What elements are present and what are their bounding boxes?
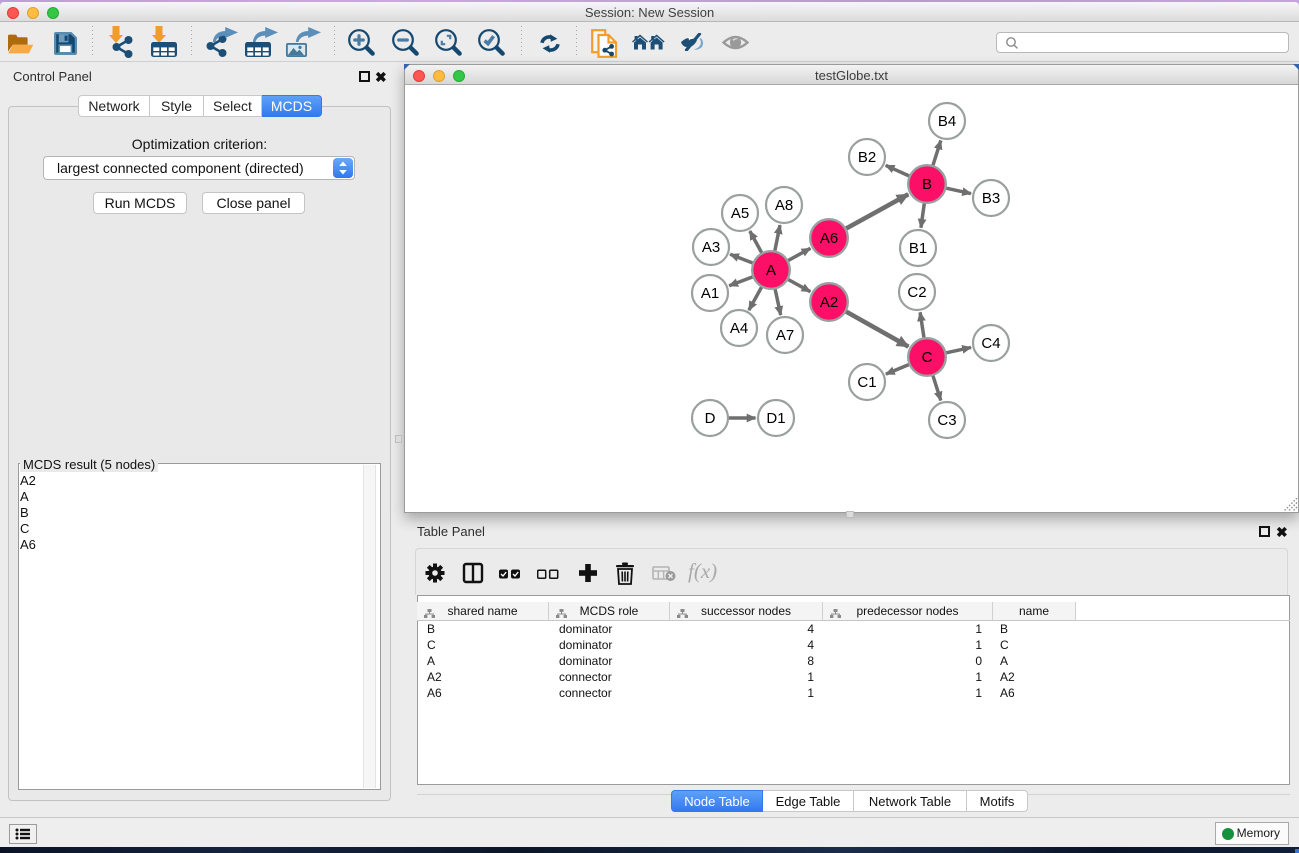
svg-text:A5: A5 xyxy=(731,205,749,222)
svg-text:D: D xyxy=(705,410,716,427)
svg-text:A1: A1 xyxy=(701,285,719,302)
svg-text:C3: C3 xyxy=(937,412,956,429)
svg-text:B4: B4 xyxy=(938,113,956,130)
svg-text:A3: A3 xyxy=(702,239,720,256)
svg-text:A4: A4 xyxy=(730,320,748,337)
svg-text:A7: A7 xyxy=(776,327,794,344)
svg-text:C4: C4 xyxy=(981,335,1000,352)
svg-text:B2: B2 xyxy=(858,149,876,166)
svg-text:A2: A2 xyxy=(820,294,838,311)
svg-text:A: A xyxy=(766,262,776,279)
svg-text:C1: C1 xyxy=(857,374,876,391)
svg-text:A8: A8 xyxy=(775,197,793,214)
svg-text:B3: B3 xyxy=(982,190,1000,207)
svg-text:D1: D1 xyxy=(766,410,785,427)
svg-text:C: C xyxy=(922,349,933,366)
svg-text:B: B xyxy=(922,176,932,193)
svg-text:C2: C2 xyxy=(907,284,926,301)
svg-text:A6: A6 xyxy=(820,230,838,247)
svg-text:B1: B1 xyxy=(909,240,927,257)
